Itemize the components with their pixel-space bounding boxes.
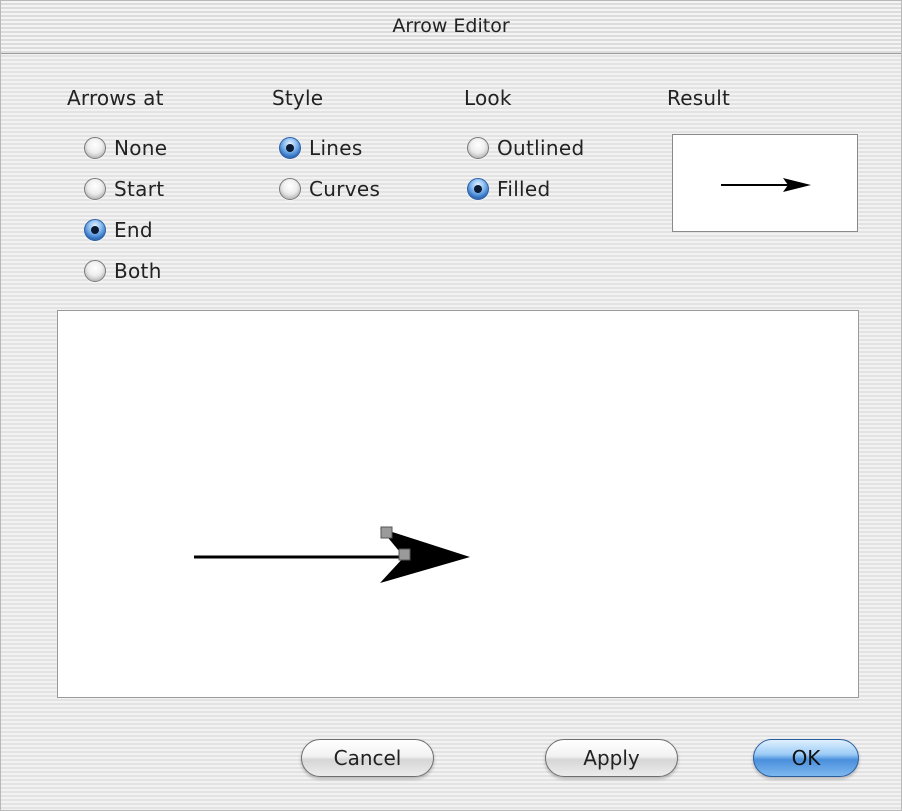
radio-arrows-end[interactable]: End — [84, 218, 153, 242]
radio-indicator — [84, 137, 106, 159]
radio-arrows-both[interactable]: Both — [84, 259, 162, 283]
radio-label: Lines — [309, 136, 363, 160]
radio-label: Outlined — [497, 136, 585, 160]
radio-indicator — [279, 178, 301, 200]
radio-label: None — [114, 136, 168, 160]
arrowhead-top-handle[interactable] — [380, 526, 393, 539]
result-heading: Result — [667, 86, 730, 110]
radio-label: Start — [114, 177, 165, 201]
arrowhead-inner-handle[interactable] — [398, 548, 411, 561]
arrow-edit-canvas[interactable] — [57, 310, 859, 698]
cancel-button[interactable]: Cancel — [301, 739, 434, 777]
radio-look-filled[interactable]: Filled — [467, 177, 551, 201]
radio-indicator — [467, 137, 489, 159]
ok-button[interactable]: OK — [753, 739, 859, 777]
arrow-drawing — [194, 526, 470, 583]
result-preview — [672, 134, 858, 232]
arrow-editor-dialog: Arrow Editor Arrows at Style Look Result… — [0, 0, 902, 811]
radio-label: Filled — [497, 177, 551, 201]
radio-indicator — [84, 219, 106, 241]
arrows-at-heading: Arrows at — [67, 86, 164, 110]
radio-indicator — [84, 260, 106, 282]
radio-look-outlined[interactable]: Outlined — [467, 136, 584, 160]
title-bar[interactable]: Arrow Editor — [1, 1, 901, 54]
window-title: Arrow Editor — [392, 15, 510, 37]
result-arrow-icon — [721, 178, 811, 192]
radio-style-lines[interactable]: Lines — [279, 136, 363, 160]
look-heading: Look — [464, 86, 512, 110]
radio-arrows-start[interactable]: Start — [84, 177, 164, 201]
radio-indicator — [467, 178, 489, 200]
radio-label: Both — [114, 259, 162, 283]
apply-button[interactable]: Apply — [545, 739, 678, 777]
radio-arrows-none[interactable]: None — [84, 136, 167, 160]
radio-label: Curves — [309, 177, 381, 201]
radio-style-curves[interactable]: Curves — [279, 177, 380, 201]
radio-label: End — [114, 218, 153, 242]
radio-indicator — [279, 137, 301, 159]
style-heading: Style — [272, 86, 324, 110]
radio-indicator — [84, 178, 106, 200]
